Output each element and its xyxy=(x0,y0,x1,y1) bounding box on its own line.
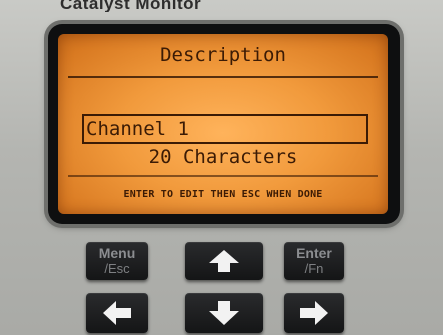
description-field-value: Channel 1 xyxy=(86,118,189,140)
right-button[interactable] xyxy=(284,293,344,333)
lcd-heading: Description xyxy=(160,44,286,66)
left-button[interactable] xyxy=(86,293,148,333)
esc-label: /Esc xyxy=(104,261,130,276)
lcd-divider-bottom xyxy=(68,175,378,177)
arrow-down-icon xyxy=(209,301,239,325)
down-button[interactable] xyxy=(185,293,263,333)
instructions-text: ENTER TO EDIT THEN ESC WHEN DONE xyxy=(123,189,323,200)
fn-label: /Fn xyxy=(304,261,324,276)
char-limit-label: 20 Characters xyxy=(148,146,298,168)
lcd-screen: Description Channel 1 20 Characters ENTE… xyxy=(58,34,388,214)
arrow-up-icon xyxy=(209,250,239,272)
menu-label: Menu xyxy=(98,245,136,261)
enter-label: Enter xyxy=(296,245,332,261)
up-button[interactable] xyxy=(185,242,263,280)
lcd-divider-top xyxy=(68,76,378,78)
arrow-right-icon xyxy=(300,301,328,325)
description-field[interactable]: Channel 1 xyxy=(82,114,368,144)
enter-fn-button[interactable]: Enter /Fn xyxy=(284,242,344,280)
arrow-left-icon xyxy=(103,301,131,325)
device-title: Catalyst Monitor xyxy=(60,0,202,12)
menu-esc-button[interactable]: Menu /Esc xyxy=(86,242,148,280)
